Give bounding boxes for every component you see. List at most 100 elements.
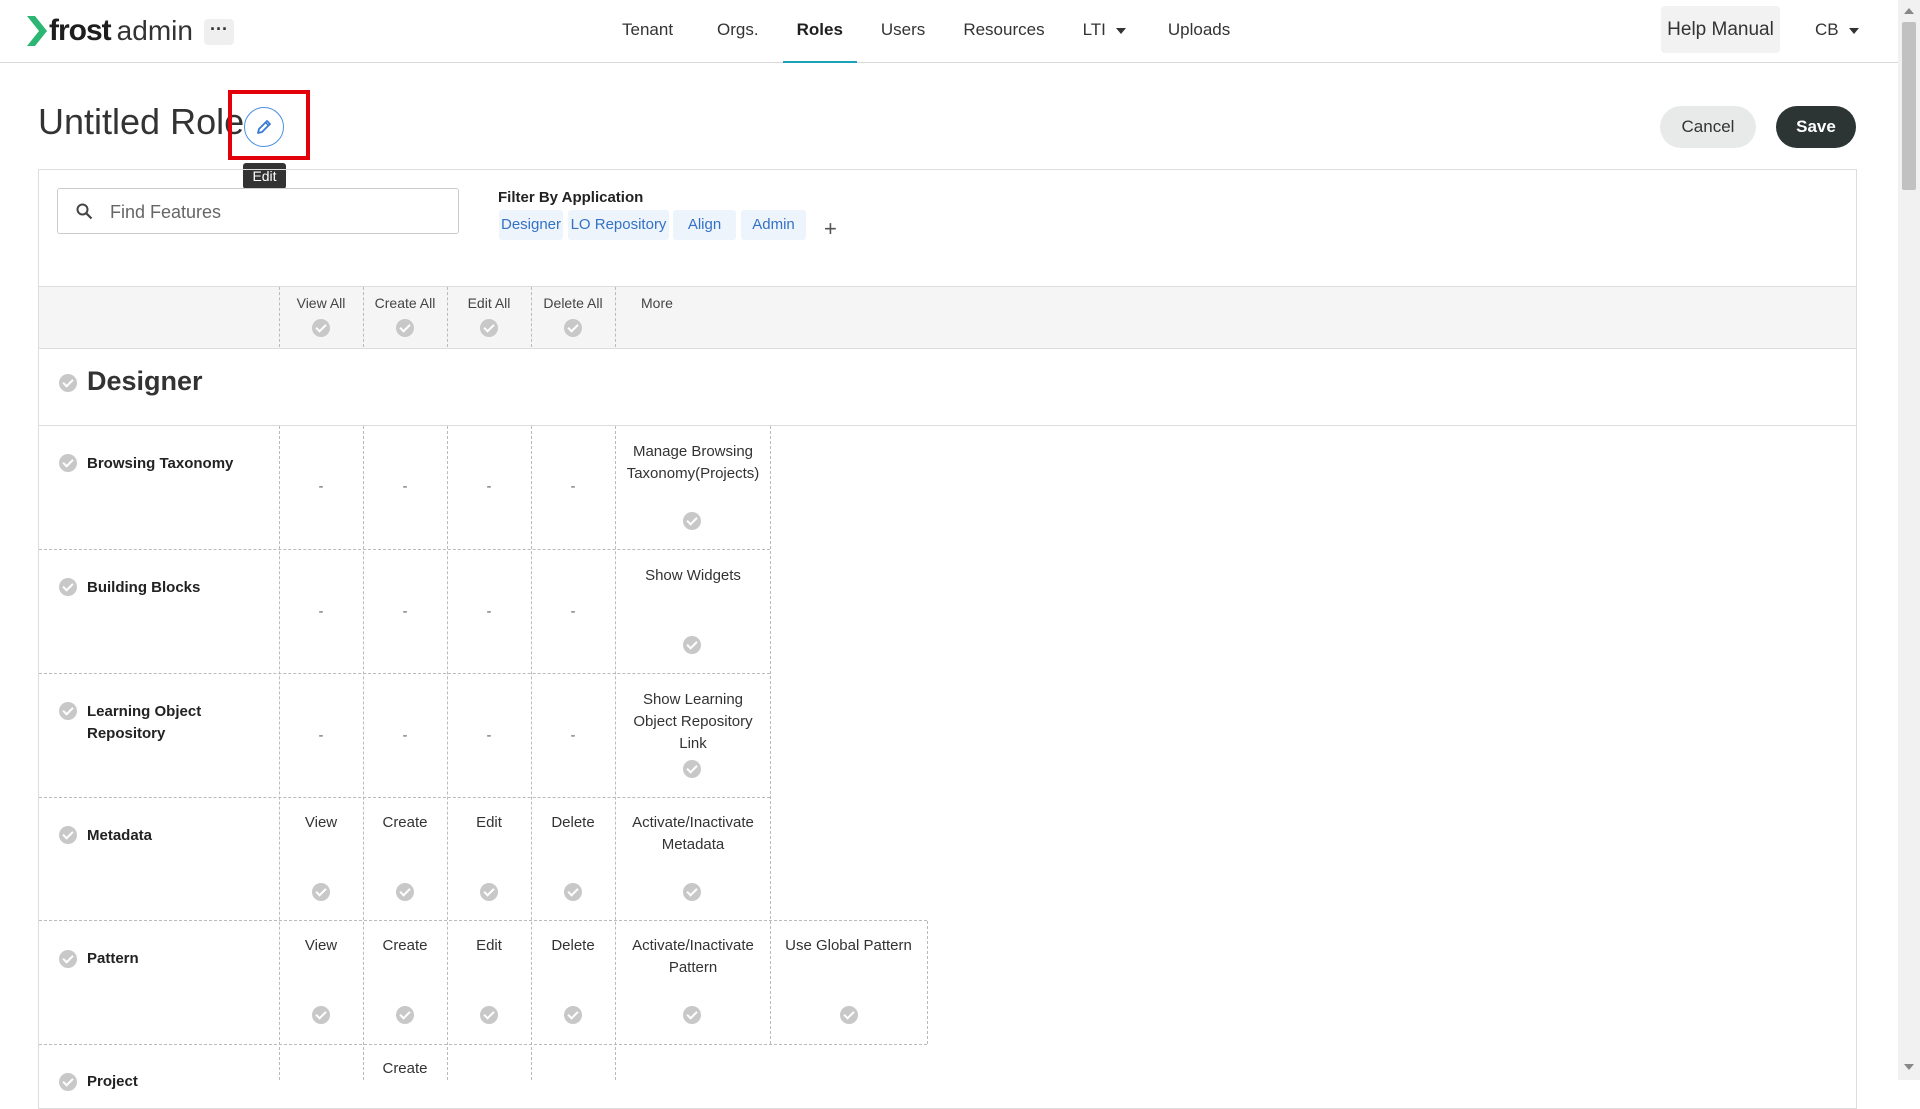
page-scrollbar[interactable] — [1898, 0, 1920, 1080]
scroll-down-arrow-icon[interactable] — [1904, 1064, 1914, 1070]
divider — [363, 426, 364, 1080]
check-circle-icon[interactable] — [564, 883, 582, 901]
column-create-all: Create All — [363, 286, 447, 347]
nav-lti-label: LTI — [1082, 20, 1106, 39]
help-manual-button[interactable]: Help Manual — [1661, 6, 1780, 53]
permission-label: Edit — [476, 814, 502, 831]
check-circle-icon[interactable] — [683, 512, 701, 530]
cell-empty: - — [570, 478, 576, 495]
save-button[interactable]: Save — [1776, 106, 1856, 148]
permission-label: View — [304, 937, 338, 954]
permission-label: Delete — [551, 937, 595, 954]
row-label-learning-object-repository: Learning Object Repository — [87, 703, 202, 742]
check-circle-icon[interactable] — [683, 760, 701, 778]
highlight-annotation — [228, 90, 310, 160]
permission-label: Activate/Inactivate Pattern — [632, 937, 754, 976]
cell-empty: - — [486, 603, 492, 620]
divider — [447, 426, 448, 1080]
check-circle-icon[interactable] — [564, 319, 582, 337]
scroll-up-arrow-icon[interactable] — [1904, 8, 1914, 14]
nav-lti[interactable]: LTI — [1083, 0, 1126, 62]
check-circle-icon[interactable] — [683, 883, 701, 901]
column-view-all: View All — [279, 286, 363, 347]
check-circle-icon[interactable] — [312, 883, 330, 901]
divider — [447, 287, 448, 347]
find-features-search — [57, 188, 459, 234]
check-circle-icon[interactable] — [683, 1006, 701, 1024]
cell-empty: - — [318, 603, 324, 620]
frost-admin-logo[interactable]: frost admin — [27, 14, 193, 48]
check-circle-icon[interactable] — [480, 319, 498, 337]
nav-roles[interactable]: Roles — [782, 0, 858, 63]
filter-chip-designer[interactable]: Designer — [499, 210, 563, 240]
cell-empty: - — [486, 727, 492, 744]
divider — [39, 673, 770, 674]
permission-label: Show Learning Object Repository Link — [633, 691, 753, 752]
permission-label: Manage Browsing Taxonomy(Projects) — [626, 443, 760, 482]
check-circle-icon[interactable] — [396, 883, 414, 901]
nav-resources[interactable]: Resources — [963, 0, 1044, 62]
user-menu[interactable]: CB — [1815, 20, 1859, 40]
check-circle-icon[interactable] — [59, 578, 77, 596]
divider — [770, 426, 771, 1044]
permission-label: Create — [382, 1060, 428, 1077]
section-title-designer: Designer — [87, 366, 203, 396]
permission-label: Create — [382, 937, 428, 954]
column-label: Create All — [374, 295, 436, 311]
cell-empty: - — [486, 478, 492, 495]
check-circle-icon[interactable] — [683, 636, 701, 654]
permission-label: Edit — [476, 937, 502, 954]
scroll-thumb[interactable] — [1902, 22, 1916, 190]
check-circle-icon[interactable] — [59, 826, 77, 844]
check-circle-icon[interactable] — [59, 374, 77, 392]
divider — [531, 426, 532, 1080]
column-label: Edit All — [467, 295, 511, 311]
divider — [531, 287, 532, 347]
caret-down-icon — [1848, 27, 1859, 34]
column-label: Delete All — [543, 295, 603, 311]
add-filter-plus-icon[interactable]: + — [824, 218, 837, 240]
nav-users[interactable]: Users — [881, 0, 925, 62]
user-initials: CB — [1815, 20, 1839, 39]
check-circle-icon[interactable] — [396, 1006, 414, 1024]
divider — [363, 287, 364, 347]
check-circle-icon[interactable] — [312, 319, 330, 337]
cell-empty: - — [402, 603, 408, 620]
check-circle-icon[interactable] — [59, 1073, 77, 1091]
divider — [39, 425, 1856, 426]
check-circle-icon[interactable] — [480, 883, 498, 901]
filter-chip-lo-repository[interactable]: LO Repository — [568, 210, 669, 240]
column-delete-all: Delete All — [531, 286, 615, 347]
divider — [39, 549, 770, 550]
check-circle-icon[interactable] — [564, 1006, 582, 1024]
check-circle-icon[interactable] — [840, 1006, 858, 1024]
check-circle-icon[interactable] — [59, 454, 77, 472]
filter-by-application-label: Filter By Application — [498, 189, 644, 206]
permission-label: Create — [382, 814, 428, 831]
check-circle-icon[interactable] — [59, 950, 77, 968]
cell-empty: - — [318, 478, 324, 495]
ellipsis-icon[interactable]: ··· — [204, 19, 234, 45]
divider — [927, 921, 928, 1044]
row-label-metadata: Metadata — [87, 827, 153, 844]
filter-chip-admin[interactable]: Admin — [741, 210, 806, 240]
cell-empty: - — [570, 603, 576, 620]
check-circle-icon[interactable] — [480, 1006, 498, 1024]
search-icon — [76, 203, 93, 220]
check-circle-icon[interactable] — [59, 702, 77, 720]
nav-orgs[interactable]: Orgs. — [717, 0, 759, 62]
divider — [39, 797, 770, 798]
cancel-button[interactable]: Cancel — [1660, 106, 1756, 148]
filter-chip-align[interactable]: Align — [673, 210, 736, 240]
check-circle-icon[interactable] — [396, 319, 414, 337]
row-label-project: Project — [87, 1073, 138, 1090]
search-input[interactable] — [108, 197, 442, 227]
check-circle-icon[interactable] — [312, 1006, 330, 1024]
divider — [615, 426, 616, 1080]
nav-uploads[interactable]: Uploads — [1168, 0, 1230, 62]
cell-empty: - — [402, 478, 408, 495]
nav-tenant[interactable]: Tenant — [622, 0, 673, 62]
divider — [279, 287, 280, 347]
divider — [615, 287, 616, 347]
permission-label: View — [304, 814, 338, 831]
